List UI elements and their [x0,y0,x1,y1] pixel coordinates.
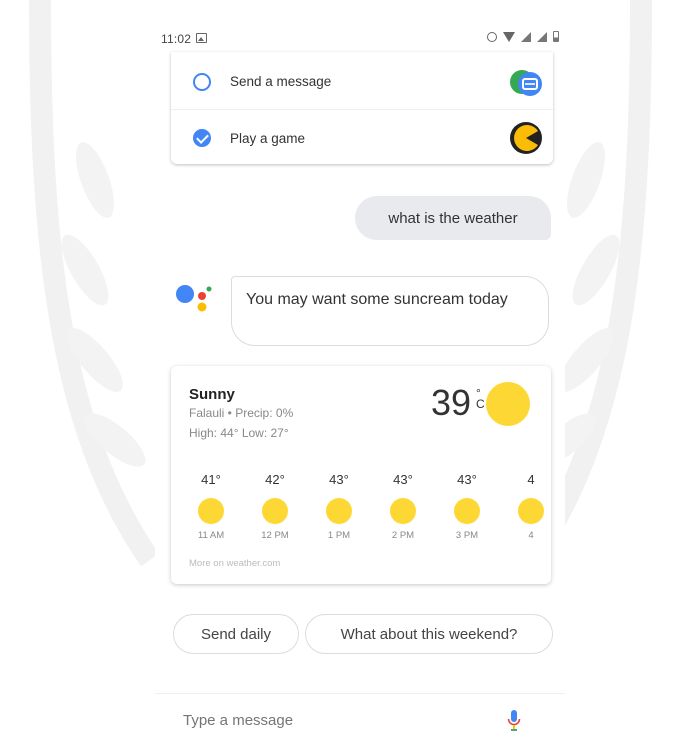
sun-icon [486,382,530,426]
phone-screen: 11:02 Send a message Play a game what is… [155,0,565,738]
hourly-item: 43° 2 PM [381,472,425,541]
weather-unit: ° C [476,387,485,411]
choice-card: Send a message Play a game [171,52,553,164]
radio-unchecked-icon[interactable] [193,72,211,91]
alarm-icon [487,31,497,42]
unit-celsius: C [476,397,485,411]
hourly-temp: 41° [201,472,221,487]
image-notification-icon [196,33,207,43]
battery-icon [553,31,559,42]
signal-icon [521,31,531,42]
wifi-icon [503,31,515,42]
messages-app-icon [510,69,542,96]
google-assistant-icon [176,285,212,312]
weather-card[interactable]: Sunny Falauli • Precip: 0% High: 44° Low… [171,366,551,584]
hourly-item: 4 4 [509,472,551,541]
weather-temperature: 39 [431,382,472,423]
hourly-time: 11 AM [197,530,225,541]
hourly-item: 43° 3 PM [445,472,489,541]
weather-condition: Sunny [189,386,235,403]
user-message-bubble: what is the weather [355,196,551,240]
composer-divider [155,693,565,694]
hourly-temp: 43° [393,472,413,487]
hourly-temp: 43° [457,472,477,487]
status-bar: 11:02 [155,28,565,50]
hourly-time: 4 [528,530,534,541]
hourly-time: 1 PM [327,530,351,541]
signal-icon [537,31,547,42]
choice-label: Play a game [230,130,306,146]
weather-high-low: High: 44° Low: 27° [189,426,289,440]
suggestion-chip-weekend[interactable]: What about this weekend? [305,614,553,654]
radio-checked-icon[interactable] [193,129,211,147]
microphone-icon[interactable] [507,709,521,733]
sun-icon [326,498,352,524]
sun-icon [454,498,480,524]
sun-icon [518,498,544,524]
hourly-item: 41° 11 AM [189,472,233,541]
suggestion-chip-send-daily[interactable]: Send daily [173,614,299,654]
assistant-message-bubble: You may want some suncream today [231,276,549,346]
hourly-temp: 43° [329,472,349,487]
choice-send-message[interactable]: Send a message [171,54,553,110]
weather-source-link[interactable]: More on weather.com [189,558,280,569]
hourly-item: 43° 1 PM [317,472,361,541]
status-time: 11:02 [161,32,192,46]
choice-label: Send a message [230,74,332,89]
hourly-time: 12 PM [261,530,289,541]
weather-location-precip: Falauli • Precip: 0% [189,406,294,420]
sun-icon [390,498,416,524]
hourly-temp: 4 [527,472,535,487]
pacman-game-icon [510,122,542,154]
sun-icon [262,498,288,524]
hourly-temp: 42° [265,472,285,487]
sun-icon [198,498,224,524]
hourly-forecast: 41° 11 AM 42° 12 PM 43° 1 PM 43° 2 PM 43… [189,472,551,552]
hourly-time: 2 PM [391,530,415,541]
message-input[interactable] [183,712,483,729]
choice-play-game[interactable]: Play a game [171,110,553,166]
hourly-item: 42° 12 PM [253,472,297,541]
status-icons [487,31,559,42]
hourly-time: 3 PM [455,530,479,541]
